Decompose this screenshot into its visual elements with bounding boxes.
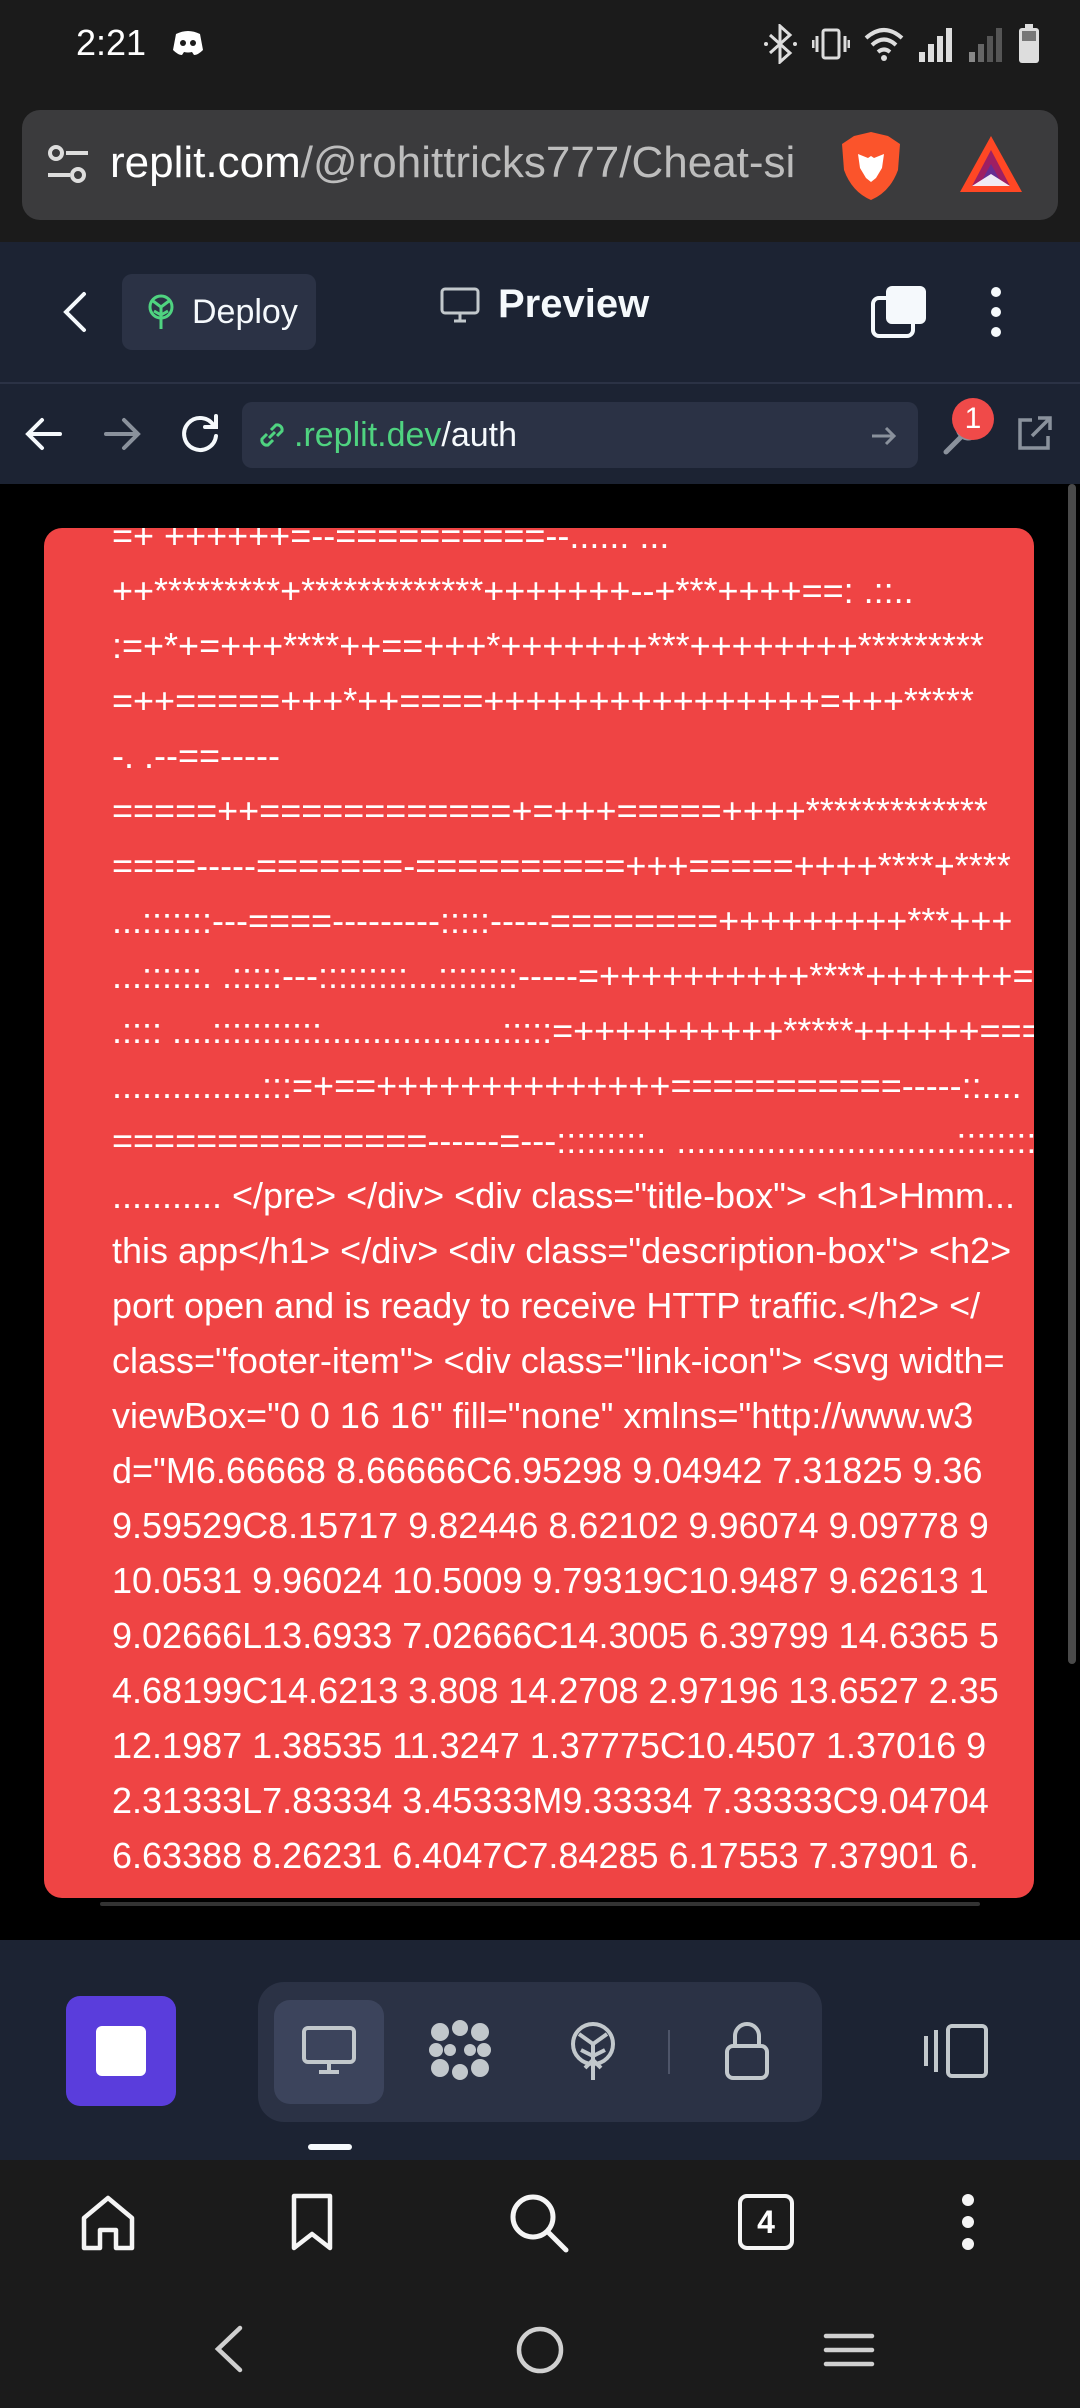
- browser-toolbar: replit.com/@rohittricks777/Cheat-si: [0, 90, 1080, 242]
- deploy-icon: [148, 294, 174, 329]
- webview-navigation: .replit.dev/auth 1: [0, 382, 1080, 484]
- status-time: 2:21: [76, 22, 147, 63]
- status-icons: [764, 24, 1040, 64]
- system-home-icon[interactable]: [514, 2324, 566, 2376]
- system-back-icon[interactable]: [210, 2324, 246, 2374]
- replit-header: Deploy Preview: [0, 242, 1080, 382]
- packages-tool-button[interactable]: [406, 2000, 516, 2104]
- site-settings-icon[interactable]: [44, 140, 92, 188]
- signal-weak-icon: [969, 28, 1002, 62]
- replit-bottom-toolbar: [0, 1940, 1080, 2160]
- deploy-label: Deploy: [192, 292, 298, 331]
- signal-icon: [919, 28, 952, 62]
- browser-bottom-toolbar: 4: [0, 2160, 1080, 2290]
- stop-icon: [96, 2026, 146, 2076]
- lock-icon: [725, 2022, 769, 2080]
- go-arrow-icon[interactable]: [870, 422, 898, 450]
- scrollbar[interactable]: [1068, 484, 1076, 1664]
- webview-url-field[interactable]: .replit.dev/auth: [242, 402, 918, 468]
- raw-text-line: 4.68199C14.6213 3.808 14.2708 2.97196 13…: [112, 1670, 999, 1711]
- raw-text-line: ...............:::=+==++++++++++++++====…: [112, 1065, 1022, 1106]
- system-recents-icon[interactable]: [822, 2330, 876, 2370]
- monitor-icon: [302, 2026, 356, 2074]
- status-bar: 2:21: [0, 0, 1080, 90]
- stop-button[interactable]: [66, 1996, 176, 2106]
- raw-text-line: class="footer-item"> <div class="link-ic…: [112, 1340, 1005, 1381]
- raw-text-line: ++*********+*************+++++++--+***++…: [112, 570, 914, 611]
- raw-text-line: ...::::::. .:::::---:::::::::...::::::::…: [112, 955, 1034, 996]
- tab-switcher-button[interactable]: 4: [738, 2194, 794, 2250]
- raw-text-line: 6.63388 8.26231 6.4047C7.84285 6.17553 7…: [112, 1835, 979, 1876]
- raw-text-line: ........... </pre> </div> <div class="ti…: [112, 1175, 1015, 1216]
- url-path: /@rohittricks777/Cheat-si: [300, 138, 796, 187]
- open-in-new-tab-icon[interactable]: [1014, 414, 1054, 454]
- raw-text-line: 2.31333L7.83334 3.45333M9.33334 7.33333C…: [112, 1780, 989, 1821]
- nix-packages-icon: [429, 2020, 491, 2080]
- address-bar[interactable]: replit.com/@rohittricks777/Cheat-si: [22, 110, 1058, 220]
- preview-tool-button[interactable]: [274, 2000, 384, 2104]
- tool-group: [258, 1982, 822, 2122]
- panels-icon[interactable]: [922, 2022, 990, 2080]
- secrets-tool-button[interactable]: [692, 2000, 802, 2104]
- raw-text-line: -. .--==-----: [112, 735, 280, 776]
- raw-text-line: ====-----=======-==========+++=====++++*…: [112, 845, 1011, 886]
- raw-text-line: ===============------=---:::::::::.. ...…: [112, 1120, 1034, 1161]
- webview-forward-icon[interactable]: [102, 414, 142, 454]
- reload-icon[interactable]: [178, 412, 222, 456]
- raw-text-line: :=+*+=+++****++==+++*+++++++***++++++++*…: [112, 625, 984, 666]
- raw-text-line: 9.02666L13.6933 7.02666C14.3005 6.39799 …: [112, 1615, 999, 1656]
- webview-url-host: .replit.dev: [294, 415, 442, 454]
- switch-panes-icon[interactable]: [870, 284, 928, 340]
- browser-menu-icon[interactable]: [958, 2192, 978, 2252]
- raw-text-line: d="M6.66668 8.66666C6.95298 9.04942 7.31…: [112, 1450, 983, 1491]
- home-icon[interactable]: [80, 2192, 136, 2252]
- raw-text-line: viewBox="0 0 16 16" fill="none" xmlns="h…: [112, 1395, 974, 1436]
- raw-text-line: =++=====+++*++====++++++++++++++++=+++**…: [112, 680, 974, 721]
- bluetooth-icon: [764, 24, 797, 64]
- webview-back-icon[interactable]: [24, 414, 64, 454]
- url-host: replit.com: [110, 138, 301, 187]
- raw-text-line: this app</h1> </div> <div class="descrip…: [112, 1230, 1012, 1271]
- webview-content[interactable]: =+ ++++++=--==========--...... ... ++****…: [0, 484, 1080, 1940]
- wifi-icon: [864, 28, 904, 61]
- deployments-tool-button[interactable]: [538, 2000, 648, 2104]
- raw-text-line: 9.59529C8.15717 9.82446 8.62102 9.96074 …: [112, 1505, 989, 1546]
- raw-text-line: =+ ++++++=--==========--...... ...: [112, 528, 670, 556]
- bat-rewards-icon[interactable]: [958, 134, 1024, 194]
- address-bar-text[interactable]: replit.com/@rohittricks777/Cheat-si: [110, 138, 832, 188]
- brave-shields-icon[interactable]: [838, 130, 904, 202]
- raw-text-line: 12.1987 1.38535 11.3247 1.37775C10.4507 …: [112, 1725, 987, 1766]
- back-chevron-icon[interactable]: [56, 288, 96, 336]
- deploy-button[interactable]: Deploy: [122, 274, 316, 350]
- more-options-icon[interactable]: [986, 286, 1006, 338]
- raw-text-line: =====++============+=+++=====++++*******…: [112, 790, 988, 831]
- tool-divider: [668, 2030, 670, 2074]
- notification-badge: 1: [952, 398, 994, 440]
- card-shadow: [100, 1902, 980, 1906]
- raw-text-line: .:::: ....:::::::::::..................:…: [112, 1010, 1034, 1051]
- preview-label: Preview: [498, 282, 650, 326]
- link-icon: [260, 423, 284, 447]
- battery-icon: [1019, 24, 1039, 63]
- vibrate-icon: [812, 28, 850, 60]
- system-navigation-bar: [0, 2290, 1080, 2408]
- monitor-icon: [440, 287, 480, 322]
- error-card: =+ ++++++=--==========--...... ... ++****…: [44, 528, 1034, 1898]
- search-icon[interactable]: [508, 2192, 570, 2254]
- active-tab-indicator: [308, 2144, 352, 2150]
- preview-tab[interactable]: Preview: [440, 282, 649, 327]
- raw-html-text: =+ ++++++=--==========--...... ... ++****…: [112, 528, 1034, 1883]
- webview-url-path: /auth: [441, 415, 518, 454]
- raw-text-line: 10.0531 9.96024 10.5009 9.79319C10.9487 …: [112, 1560, 989, 1601]
- deploy-icon: [571, 2022, 615, 2080]
- discord-icon: [173, 31, 203, 55]
- raw-text-line: port open and is ready to receive HTTP t…: [112, 1285, 981, 1326]
- bookmark-icon[interactable]: [290, 2192, 334, 2252]
- raw-text-line: ...:::::::---====---------:::::-----====…: [112, 900, 1013, 941]
